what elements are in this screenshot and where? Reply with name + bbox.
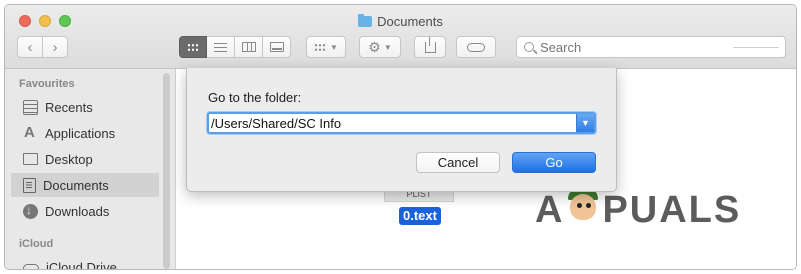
action-button[interactable]: ⚙ ▼ — [359, 36, 401, 58]
view-mode-group — [179, 36, 291, 58]
sidebar-item-downloads[interactable]: Downloads — [11, 199, 159, 223]
file-name-label[interactable]: 0.text — [399, 207, 441, 225]
folder-path-field[interactable]: ▼ — [207, 112, 596, 134]
cover-flow-view-button[interactable] — [263, 36, 291, 58]
column-view-button[interactable] — [235, 36, 263, 58]
sidebar-scrollbar[interactable] — [163, 73, 170, 269]
chevron-left-icon: ‹ — [27, 38, 33, 56]
tag-icon — [467, 42, 485, 52]
cancel-button[interactable]: Cancel — [416, 152, 500, 173]
appuals-watermark: A PUALS — [535, 188, 741, 232]
cover-flow-icon — [269, 42, 284, 52]
window-title: Documents — [5, 14, 796, 29]
sidebar-item-label: Applications — [45, 125, 116, 141]
sidebar-item-label: iCloud Drive — [46, 259, 117, 270]
path-history-dropdown[interactable]: ▼ — [576, 114, 594, 132]
watermark-text-right: PUALS — [602, 189, 742, 231]
downloads-icon — [23, 203, 38, 219]
back-button[interactable]: ‹ — [17, 36, 43, 58]
sidebar-item-desktop[interactable]: Desktop — [11, 147, 159, 171]
sidebar-item-label: Recents — [45, 99, 93, 115]
window-title-text: Documents — [377, 14, 443, 29]
finder-window: Documents ‹ › ▼ ⚙▼ Favourites Recents Ap… — [4, 4, 797, 270]
go-button[interactable]: Go — [512, 152, 596, 173]
folder-icon — [358, 14, 373, 27]
documents-icon — [23, 177, 36, 193]
search-input[interactable] — [540, 39, 720, 55]
gear-icon: ⚙ — [368, 38, 381, 55]
folder-path-input[interactable] — [211, 114, 571, 132]
sidebar-item-applications[interactable]: Applications — [11, 121, 159, 145]
sidebar-item-label: Documents — [43, 177, 109, 193]
chevron-down-icon: ▼ — [383, 42, 392, 52]
list-icon — [214, 42, 227, 52]
forward-button[interactable]: › — [42, 36, 68, 58]
chevron-down-icon: ▼ — [581, 118, 590, 128]
recents-icon — [23, 99, 38, 115]
tag-button[interactable] — [456, 36, 496, 58]
columns-icon — [241, 42, 256, 52]
search-field[interactable] — [516, 36, 786, 58]
share-icon — [424, 36, 436, 53]
sidebar-item-recents[interactable]: Recents — [11, 95, 159, 119]
sidebar-item-documents[interactable]: Documents — [11, 173, 159, 197]
sidebar-item-icloud-drive[interactable]: iCloud Drive — [11, 255, 159, 270]
arrange-button[interactable]: ▼ — [306, 36, 346, 58]
desktop-icon — [23, 153, 38, 165]
sidebar-header-favourites: Favourites — [19, 78, 75, 90]
watermark-text-left: A — [535, 189, 565, 231]
sidebar: Favourites Recents Applications Desktop … — [5, 69, 176, 270]
list-view-button[interactable] — [207, 36, 235, 58]
go-to-folder-dialog: Go to the folder: ▼ Cancel Go — [186, 68, 617, 192]
sidebar-header-icloud: iCloud — [19, 238, 54, 250]
search-icon — [524, 42, 534, 52]
icon-view-button[interactable] — [179, 36, 207, 58]
dialog-label: Go to the folder: — [208, 90, 302, 105]
applications-icon — [23, 124, 38, 141]
cloud-icon — [23, 264, 39, 269]
mascot-icon — [566, 188, 600, 228]
share-button[interactable] — [414, 36, 446, 58]
chevron-right-icon: › — [52, 38, 58, 56]
search-divider — [733, 47, 779, 48]
chevron-down-icon: ▼ — [330, 42, 338, 52]
sidebar-item-label: Desktop — [45, 151, 93, 167]
titlebar: Documents ‹ › ▼ ⚙ ▼ — [5, 5, 796, 69]
sidebar-item-label: Downloads — [45, 203, 110, 219]
grid-icon — [187, 42, 199, 52]
arrange-grid-icon — [314, 42, 327, 52]
